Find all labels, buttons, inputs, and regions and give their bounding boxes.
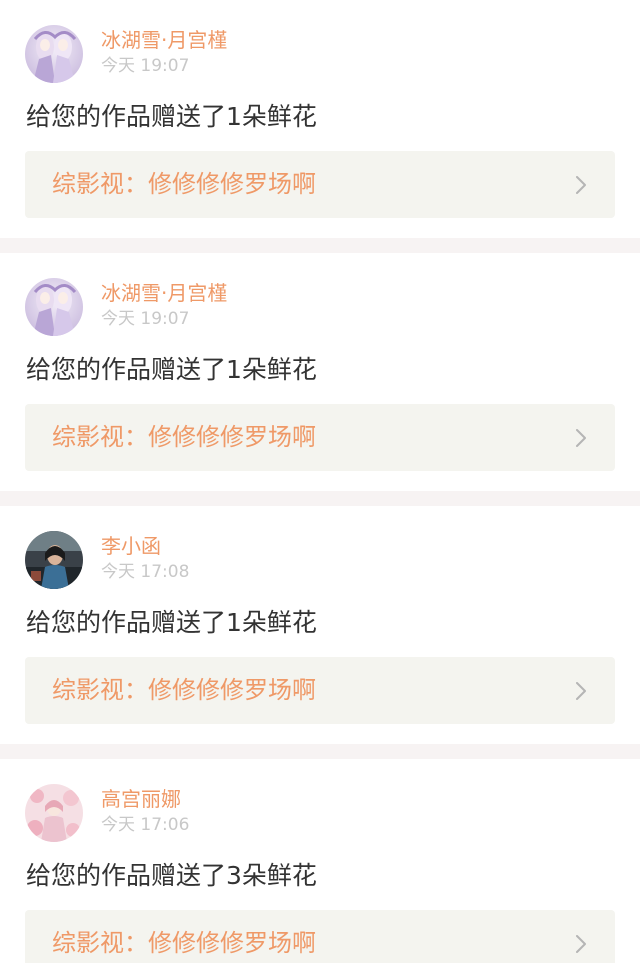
work-link-button[interactable]: 综影视：修修修修罗场啊 xyxy=(25,657,615,724)
notification-message: 给您的作品赠送了3朵鲜花 xyxy=(26,861,317,890)
user-name[interactable]: 高宫丽娜 xyxy=(101,786,181,812)
avatar[interactable] xyxy=(25,531,83,589)
timestamp: 今天 19:07 xyxy=(101,309,190,329)
section-divider xyxy=(0,238,640,253)
user-name[interactable]: 冰湖雪·月宫槿 xyxy=(101,27,227,53)
chevron-right-icon xyxy=(576,429,586,447)
chevron-right-icon xyxy=(576,176,586,194)
notification-card: 冰湖雪·月宫槿 今天 19:07 给您的作品赠送了1朵鲜花 综影视：修修修修罗场… xyxy=(0,253,640,491)
notification-card: 高宫丽娜 今天 17:06 给您的作品赠送了3朵鲜花 综影视：修修修修罗场啊 xyxy=(0,759,640,963)
notification-card: 冰湖雪·月宫槿 今天 19:07 给您的作品赠送了1朵鲜花 综影视：修修修修罗场… xyxy=(0,0,640,238)
chevron-right-icon xyxy=(576,935,586,953)
avatar[interactable] xyxy=(25,25,83,83)
work-title: 综影视：修修修修罗场啊 xyxy=(52,170,316,198)
timestamp: 今天 17:08 xyxy=(101,562,190,582)
section-divider xyxy=(0,744,640,759)
avatar[interactable] xyxy=(25,784,83,842)
user-name[interactable]: 李小函 xyxy=(101,533,161,559)
work-link-button[interactable]: 综影视：修修修修罗场啊 xyxy=(25,404,615,471)
timestamp: 今天 19:07 xyxy=(101,56,190,76)
timestamp: 今天 17:06 xyxy=(101,815,190,835)
user-name[interactable]: 冰湖雪·月宫槿 xyxy=(101,280,227,306)
work-title: 综影视：修修修修罗场啊 xyxy=(52,929,316,957)
chevron-right-icon xyxy=(576,682,586,700)
work-link-button[interactable]: 综影视：修修修修罗场啊 xyxy=(25,910,615,963)
work-title: 综影视：修修修修罗场啊 xyxy=(52,676,316,704)
notification-message: 给您的作品赠送了1朵鲜花 xyxy=(26,102,317,131)
section-divider xyxy=(0,491,640,506)
notification-feed: 冰湖雪·月宫槿 今天 19:07 给您的作品赠送了1朵鲜花 综影视：修修修修罗场… xyxy=(0,0,640,963)
work-title: 综影视：修修修修罗场啊 xyxy=(52,423,316,451)
notification-message: 给您的作品赠送了1朵鲜花 xyxy=(26,355,317,384)
notification-message: 给您的作品赠送了1朵鲜花 xyxy=(26,608,317,637)
work-link-button[interactable]: 综影视：修修修修罗场啊 xyxy=(25,151,615,218)
notification-card: 李小函 今天 17:08 给您的作品赠送了1朵鲜花 综影视：修修修修罗场啊 xyxy=(0,506,640,744)
avatar[interactable] xyxy=(25,278,83,336)
